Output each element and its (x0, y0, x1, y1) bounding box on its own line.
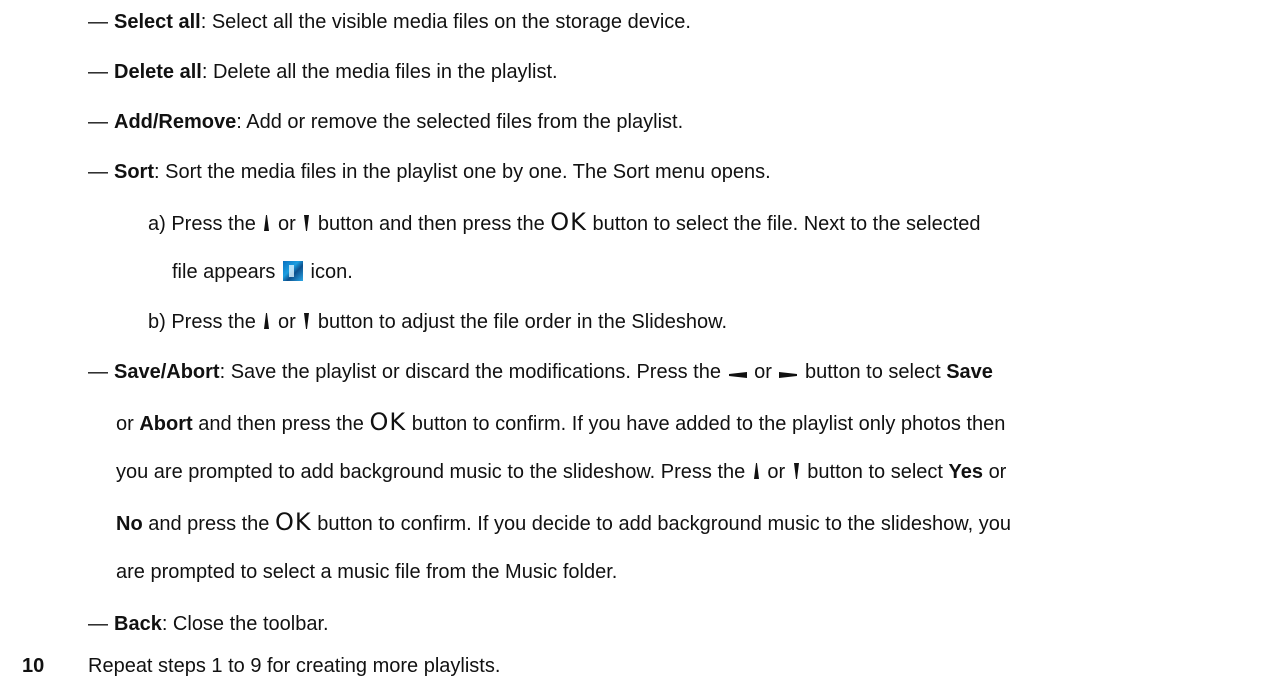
ok-button-label: OK (550, 208, 587, 236)
sort-a-text: button to select the file. Next to the s… (592, 213, 981, 235)
save-abort-text: are prompted to select a music file from… (116, 561, 618, 583)
list-item-add-remove: — Add/Remove: Add or remove the selected … (88, 110, 683, 134)
desc-sort: : Sort the media files in the playlist o… (154, 161, 771, 183)
term-delete-all: Delete all (114, 61, 202, 83)
save-abort-text: : Save the playlist or discard the modif… (219, 361, 721, 383)
sort-b-text: b) Press the (148, 311, 256, 333)
save-abort-line4: No and press the OK button to confirm. I… (116, 510, 1011, 536)
sort-step-a-line2: file appears icon. (172, 260, 353, 284)
save-abort-text: or (116, 413, 134, 435)
save-abort-text: button to confirm. If you have added to … (411, 413, 1006, 435)
save-abort-text: and press the (148, 513, 270, 535)
dash: — (88, 111, 108, 133)
save-term: Save (946, 361, 993, 383)
desc-back: : Close the toolbar. (161, 613, 329, 635)
step-number: 10 (22, 655, 45, 677)
save-abort-line3: you are prompted to add background music… (116, 460, 1006, 484)
term-sort: Sort (114, 161, 154, 183)
save-abort-line5: are prompted to select a music file from… (116, 560, 617, 584)
yes-term: Yes (948, 461, 983, 483)
save-abort-text: button to select (807, 461, 943, 483)
ok-button-label: OK (275, 508, 312, 536)
down-button-icon (304, 215, 310, 231)
save-abort-text: button to confirm. If you decide to add … (317, 513, 1011, 535)
right-button-icon (779, 372, 798, 378)
sort-a-text: icon. (310, 261, 353, 283)
list-item-sort: — Sort: Sort the media files in the playl… (88, 160, 771, 184)
up-button-icon (264, 313, 270, 329)
desc-add-remove: : Add or remove the selected files from … (236, 111, 684, 133)
sort-step-a-line1: a) Press the or button and then press th… (148, 210, 981, 236)
desc-select-all: : Select all the visible media files on … (200, 11, 691, 33)
or-text: or (277, 311, 296, 333)
no-term: No (116, 513, 143, 535)
sort-a-text: file appears (172, 261, 276, 283)
term-add-remove: Add/Remove (114, 111, 237, 133)
dash: — (88, 161, 108, 183)
term-select-all: Select all (114, 11, 201, 33)
abort-term: Abort (139, 413, 193, 435)
term-save-abort: Save/Abort (114, 361, 220, 383)
selected-file-icon (282, 261, 303, 281)
save-abort-text: or (988, 461, 1007, 483)
or-text: or (277, 213, 296, 235)
left-button-icon (728, 372, 747, 378)
save-abort-line2: or Abort and then press the OK button to… (116, 410, 1005, 436)
step-text: Repeat steps 1 to 9 for creating more pl… (88, 655, 501, 677)
save-abort-text: button to select (805, 361, 941, 383)
up-button-icon (753, 463, 759, 479)
save-abort-text: and then press the (198, 413, 364, 435)
down-button-icon (793, 463, 799, 479)
dash: — (88, 11, 108, 33)
down-button-icon (304, 313, 310, 329)
list-item-select-all: — Select all: Select all the visible medi… (88, 10, 691, 34)
term-back: Back (114, 613, 162, 635)
list-item-delete-all: — Delete all: Delete all the media files … (88, 60, 558, 84)
dash: — (88, 613, 108, 635)
sort-b-text: button to adjust the file order in the S… (317, 311, 728, 333)
sort-a-text: button and then press the (317, 213, 545, 235)
or-text: or (767, 461, 786, 483)
sort-a-text: a) Press the (148, 213, 256, 235)
or-text: or (754, 361, 772, 383)
up-button-icon (264, 215, 270, 231)
desc-delete-all: : Delete all the media files in the play… (201, 61, 558, 83)
dash: — (88, 61, 108, 83)
list-item-back: — Back: Close the toolbar. (88, 612, 329, 636)
save-abort-text: you are prompted to add background music… (116, 461, 746, 483)
ok-button-label: OK (369, 408, 407, 436)
list-item-save-abort: — Save/Abort: Save the playlist or discar… (88, 360, 993, 384)
dash: — (88, 361, 108, 383)
sort-step-b: b) Press the or button to adjust the fil… (148, 310, 727, 334)
